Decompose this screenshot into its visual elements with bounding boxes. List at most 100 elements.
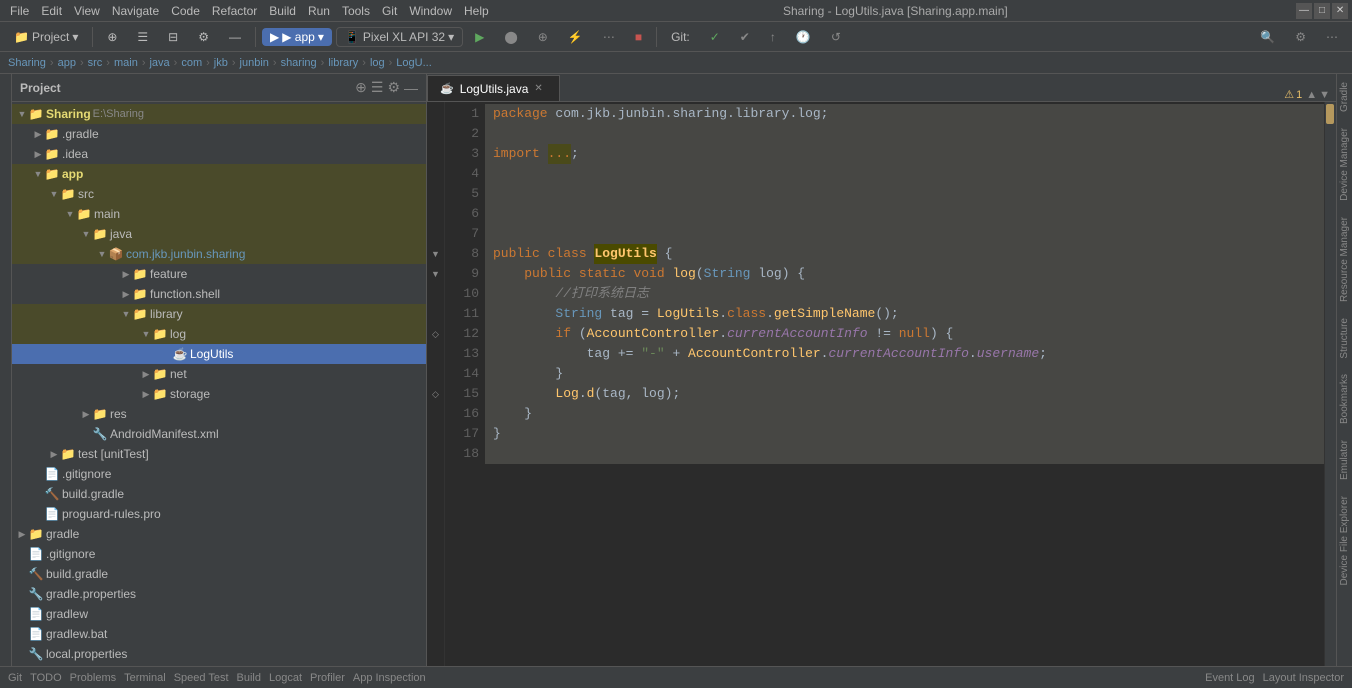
panel-collapse-btn[interactable]: ☰ <box>371 79 384 96</box>
tree-item-build-gradle-app[interactable]: 🔨 build.gradle <box>12 484 426 504</box>
menu-file[interactable]: File <box>4 2 35 20</box>
bookmarks-side-tab[interactable]: Bookmarks <box>1337 366 1352 432</box>
device-manager-side-tab[interactable]: Device Manager <box>1337 120 1352 209</box>
tree-item-build-gradle-root[interactable]: 🔨 build.gradle <box>12 564 426 584</box>
tree-item-gitignore-app[interactable]: 📄 .gitignore <box>12 464 426 484</box>
minimize-panel-button[interactable]: — <box>221 28 249 46</box>
status-problems[interactable]: Problems <box>70 672 116 684</box>
breadcrumb-app[interactable]: app <box>58 57 76 69</box>
tree-item-feature[interactable]: ▶ 📁 feature <box>12 264 426 284</box>
tree-item-gradlew-bat[interactable]: 📄 gradlew.bat <box>12 624 426 644</box>
editor-tab-logutils[interactable]: ☕ LogUtils.java ✕ <box>427 75 560 101</box>
tree-item-library[interactable]: ▼ 📁 library <box>12 304 426 324</box>
tree-item-com-pkg[interactable]: ▼ 📦 com.jkb.junbin.sharing <box>12 244 426 264</box>
status-speed-test[interactable]: Speed Test <box>174 672 229 684</box>
menu-window[interactable]: Window <box>403 2 458 20</box>
tree-item-gradle-root[interactable]: ▶ 📁 gradle <box>12 524 426 544</box>
git-check-button[interactable]: ✓ <box>702 28 728 46</box>
panel-settings-btn[interactable]: ⚙ <box>387 79 400 96</box>
tree-item-local-props[interactable]: 🔧 local.properties <box>12 644 426 664</box>
tree-item-function-shell[interactable]: ▶ 📁 function.shell <box>12 284 426 304</box>
more-options-button[interactable]: ⋯ <box>1318 28 1346 46</box>
panel-minimize-btn[interactable]: — <box>404 79 418 96</box>
git-revert-button[interactable]: ↺ <box>823 28 849 46</box>
device-file-side-tab[interactable]: Device File Explorer <box>1337 488 1352 593</box>
tree-item-net[interactable]: ▶ 📁 net <box>12 364 426 384</box>
fold-button[interactable]: ⊟ <box>160 28 186 46</box>
warning-nav-down[interactable]: ▼ <box>1319 89 1330 101</box>
project-dropdown[interactable]: 📁 Project ▾ <box>6 28 86 46</box>
status-todo[interactable]: TODO <box>30 672 62 684</box>
menu-git[interactable]: Git <box>376 2 403 20</box>
minimize-button[interactable]: — <box>1296 3 1312 19</box>
debug-button[interactable]: ⬤ <box>496 28 525 46</box>
breadcrumb-log[interactable]: log <box>370 57 385 69</box>
breadcrumb-logutils[interactable]: LogU... <box>396 57 431 69</box>
menu-navigate[interactable]: Navigate <box>106 2 165 20</box>
emulator-side-tab[interactable]: Emulator <box>1337 432 1352 488</box>
status-terminal[interactable]: Terminal <box>124 672 166 684</box>
run-config-dropdown[interactable]: ▶ ▶ app ▾ <box>262 28 332 46</box>
breadcrumb-junbin[interactable]: junbin <box>240 57 269 69</box>
tree-item-proguard[interactable]: 📄 proguard-rules.pro <box>12 504 426 524</box>
gradle-side-tab[interactable]: Gradle <box>1337 74 1352 120</box>
tree-item-gradle[interactable]: ▶ 📁 .gradle <box>12 124 426 144</box>
tree-item-res[interactable]: ▶ 📁 res <box>12 404 426 424</box>
breadcrumb-java[interactable]: java <box>149 57 169 69</box>
menu-help[interactable]: Help <box>458 2 495 20</box>
panel-sync-btn[interactable]: ⊕ <box>355 79 367 96</box>
menu-build[interactable]: Build <box>263 2 302 20</box>
tree-item-app[interactable]: ▼ 📁 app <box>12 164 426 184</box>
run-button[interactable]: ▶ <box>467 28 492 46</box>
profile-button[interactable]: ⚡ <box>560 28 591 46</box>
device-dropdown[interactable]: 📱 Pixel XL API 32 ▾ <box>336 27 463 47</box>
tree-item-logutils[interactable]: ☕ LogUtils <box>12 344 426 364</box>
status-layout-inspector[interactable]: Layout Inspector <box>1263 672 1344 684</box>
tree-item-sharing-root[interactable]: ▼ 📁 Sharing E:\Sharing <box>12 104 426 124</box>
tab-close-button[interactable]: ✕ <box>534 83 542 94</box>
menu-tools[interactable]: Tools <box>336 2 376 20</box>
git-label-btn[interactable]: Git: <box>663 28 698 46</box>
stop-button[interactable]: ■ <box>627 28 650 46</box>
tree-item-main[interactable]: ▼ 📁 main <box>12 204 426 224</box>
breadcrumb-sharing2[interactable]: sharing <box>281 57 317 69</box>
status-profiler[interactable]: Profiler <box>310 672 345 684</box>
sync-button[interactable]: ⊕ <box>99 28 125 46</box>
status-app-inspection[interactable]: App Inspection <box>353 672 426 684</box>
more-run-button[interactable]: ⋯ <box>595 28 623 46</box>
tree-item-gitignore-root[interactable]: 📄 .gitignore <box>12 544 426 564</box>
breadcrumb-jkb[interactable]: jkb <box>214 57 228 69</box>
status-build[interactable]: Build <box>237 672 261 684</box>
breadcrumb-src[interactable]: src <box>88 57 103 69</box>
menu-run[interactable]: Run <box>302 2 336 20</box>
settings-button[interactable]: ⚙ <box>190 28 217 46</box>
search-everywhere-button[interactable]: 🔍 <box>1252 28 1283 46</box>
menu-view[interactable]: View <box>68 2 106 20</box>
editor-scrollbar[interactable] <box>1324 102 1336 666</box>
tree-item-log[interactable]: ▼ 📁 log <box>12 324 426 344</box>
status-logcat[interactable]: Logcat <box>269 672 302 684</box>
resource-manager-side-tab[interactable]: Resource Manager <box>1337 209 1352 310</box>
menu-refactor[interactable]: Refactor <box>206 2 263 20</box>
tree-item-java[interactable]: ▼ 📁 java <box>12 224 426 244</box>
breadcrumb-com[interactable]: com <box>181 57 202 69</box>
close-button[interactable]: ✕ <box>1332 3 1348 19</box>
status-event-log[interactable]: Event Log <box>1205 672 1255 684</box>
tree-item-idea[interactable]: ▶ 📁 .idea <box>12 144 426 164</box>
menu-code[interactable]: Code <box>165 2 206 20</box>
coverage-button[interactable]: ⊕ <box>530 28 556 46</box>
status-git[interactable]: Git <box>8 672 22 684</box>
tree-item-test[interactable]: ▶ 📁 test [unitTest] <box>12 444 426 464</box>
breadcrumb-main[interactable]: main <box>114 57 138 69</box>
warning-nav-up[interactable]: ▲ <box>1306 89 1317 101</box>
breadcrumb-sharing[interactable]: Sharing <box>8 57 46 69</box>
git-history-button[interactable]: 🕐 <box>788 28 819 46</box>
tree-item-src[interactable]: ▼ 📁 src <box>12 184 426 204</box>
structure-button[interactable]: ☰ <box>129 28 156 46</box>
tree-item-gradle-properties[interactable]: 🔧 gradle.properties <box>12 584 426 604</box>
git-push-button[interactable]: ↑ <box>762 28 784 46</box>
tree-item-androidmanifest[interactable]: 🔧 AndroidManifest.xml <box>12 424 426 444</box>
breadcrumb-library[interactable]: library <box>328 57 358 69</box>
tree-item-gradlew[interactable]: 📄 gradlew <box>12 604 426 624</box>
settings-main-button[interactable]: ⚙ <box>1287 28 1314 46</box>
